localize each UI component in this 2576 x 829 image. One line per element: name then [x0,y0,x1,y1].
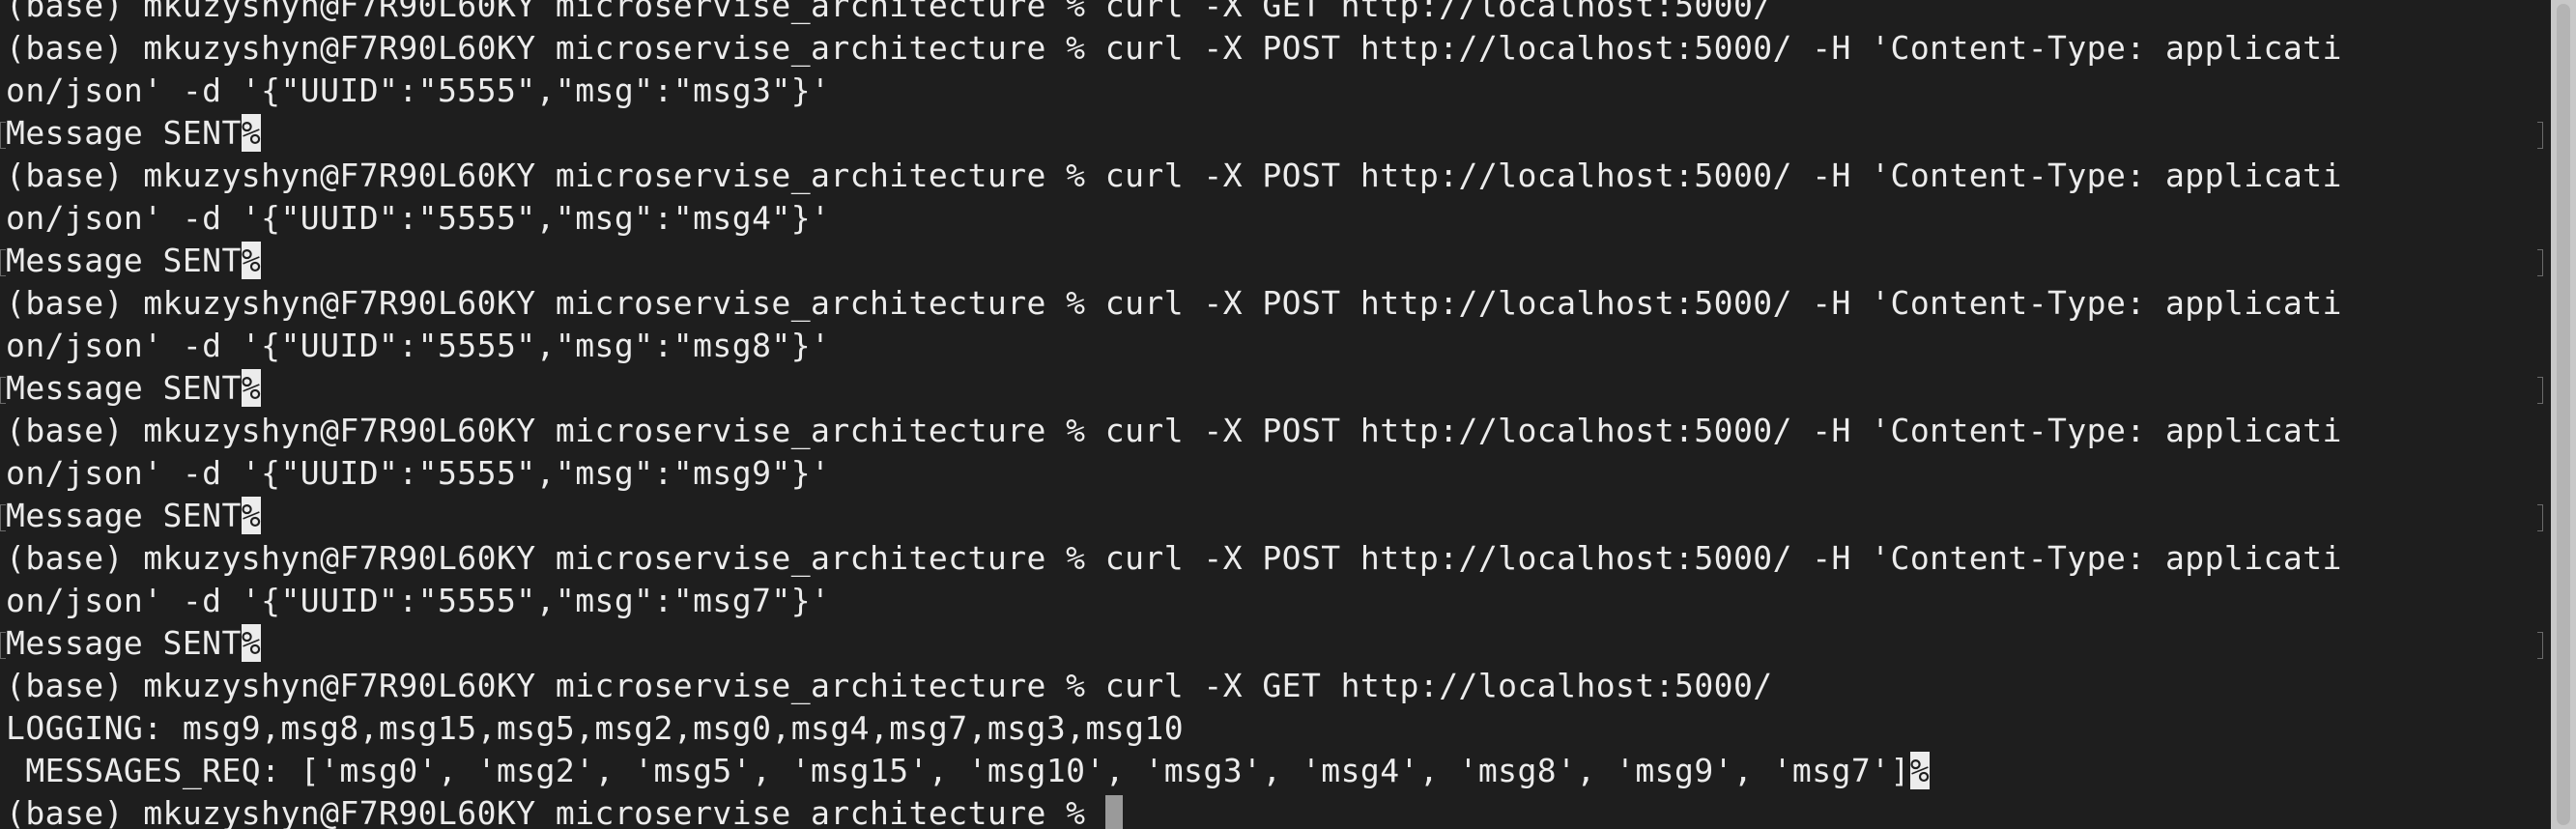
command-text: curl -X POST http://localhost:5000/ -H '… [1104,284,2342,322]
terminal-line-command-wrap: on/json' -d '{"UUID":"5555","msg":"msg4"… [6,199,831,237]
command-text: curl -X POST http://localhost:5000/ -H '… [1104,29,2342,67]
mark-bracket-left-icon [0,249,6,276]
terminal-line-logging: LOGGING: msg9,msg8,msg15,msg5,msg2,msg0,… [6,709,1185,747]
terminal-line-output: Message SENT% [0,367,2545,410]
no-newline-marker: % [241,369,262,407]
no-newline-marker: % [241,497,262,534]
terminal-line-command-wrap: on/json' -d '{"UUID":"5555","msg":"msg7"… [6,582,831,619]
mark-bracket-right-icon [2537,377,2543,404]
prompt: (base) mkuzyshyn@F7R90L60KY microservise… [6,284,1105,322]
terminal-line-command-wrap: on/json' -d '{"UUID":"5555","msg":"msg8"… [6,327,831,364]
terminal-line-command: (base) mkuzyshyn@F7R90L60KY microservise… [6,27,2545,70]
prompt: (base) mkuzyshyn@F7R90L60KY microservise… [6,794,1105,829]
terminal-line-active-prompt[interactable]: (base) mkuzyshyn@F7R90L60KY microservise… [6,792,2545,829]
terminal-line-output: Message SENT% [0,622,2545,665]
mark-bracket-left-icon [0,504,6,531]
mark-bracket-left-icon [0,377,6,404]
terminal-line-command: (base) mkuzyshyn@F7R90L60KY microservise… [6,537,2545,580]
command-text: curl -X POST http://localhost:5000/ -H '… [1104,412,2342,449]
scrollbar-thumb[interactable] [2557,4,2570,825]
no-newline-marker: % [241,242,262,279]
terminal-line-partial: (base) mkuzyshyn@F7R90L60KY microservise… [6,0,1773,24]
mark-bracket-left-icon [0,122,6,149]
terminal-line-command: (base) mkuzyshyn@F7R90L60KY microservise… [6,665,2545,707]
terminal-line-command-wrap: on/json' -d '{"UUID":"5555","msg":"msg9"… [6,454,831,492]
cursor-icon [1104,795,1123,829]
mark-bracket-right-icon [2537,632,2543,659]
prompt: (base) mkuzyshyn@F7R90L60KY microservise… [6,412,1105,449]
command-text: curl -X GET http://localhost:5000/ [1104,667,1773,704]
terminal-output: (base) mkuzyshyn@F7R90L60KY microservise… [0,0,2545,829]
terminal-line-command-wrap: on/json' -d '{"UUID":"5555","msg":"msg3"… [6,71,831,109]
prompt: (base) mkuzyshyn@F7R90L60KY microservise… [6,667,1105,704]
no-newline-marker: % [1909,752,1931,789]
terminal-line-command: (base) mkuzyshyn@F7R90L60KY microservise… [6,282,2545,325]
terminal-line-messages-req: MESSAGES_REQ: ['msg0', 'msg2', 'msg5', '… [6,752,1931,789]
terminal-line-command: (base) mkuzyshyn@F7R90L60KY microservise… [6,155,2545,197]
no-newline-marker: % [241,114,262,152]
mark-bracket-right-icon [2537,249,2543,276]
terminal-line-output: Message SENT% [0,495,2545,537]
command-text: curl -X POST http://localhost:5000/ -H '… [1104,157,2342,194]
command-text: curl -X POST http://localhost:5000/ -H '… [1104,539,2342,577]
vertical-scrollbar[interactable] [2551,0,2576,829]
no-newline-marker: % [241,624,262,662]
terminal-line-output: Message SENT% [0,112,2545,155]
terminal-window[interactable]: (base) mkuzyshyn@F7R90L60KY microservise… [0,0,2551,829]
prompt: (base) mkuzyshyn@F7R90L60KY microservise… [6,157,1105,194]
mark-bracket-right-icon [2537,122,2543,149]
terminal-line-command: (base) mkuzyshyn@F7R90L60KY microservise… [6,410,2545,452]
prompt: (base) mkuzyshyn@F7R90L60KY microservise… [6,29,1105,67]
prompt: (base) mkuzyshyn@F7R90L60KY microservise… [6,539,1105,577]
terminal-line-output: Message SENT% [0,240,2545,282]
mark-bracket-left-icon [0,632,6,659]
mark-bracket-right-icon [2537,504,2543,531]
